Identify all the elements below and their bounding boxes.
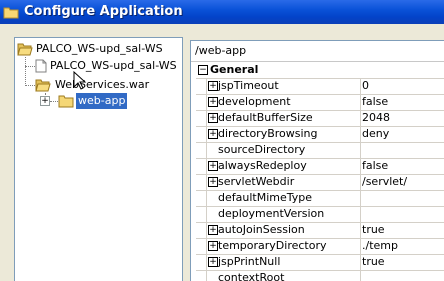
tree-connector xyxy=(25,85,35,86)
property-row[interactable]: + jspTimeout 0 xyxy=(196,78,444,95)
tree-file-label: PALCO_WS-upd_sal-WS xyxy=(50,59,177,72)
property-value[interactable]: false xyxy=(360,158,444,174)
property-name: sourceDirectory xyxy=(208,142,361,158)
property-row[interactable]: + directoryBrowsing deny xyxy=(196,126,444,143)
property-value[interactable]: 2048 xyxy=(360,110,444,126)
window-title: Configure Application xyxy=(24,4,183,19)
property-name: directoryBrowsing xyxy=(208,126,361,142)
property-name: autoJoinSession xyxy=(208,222,361,238)
property-row[interactable]: sourceDirectory xyxy=(196,142,444,159)
row-gutter xyxy=(196,78,207,94)
open-folder-icon xyxy=(35,79,51,92)
application-tree[interactable]: PALCO_WS-upd_sal-WS PALCO_WS-upd_sal-WS … xyxy=(14,37,183,281)
property-name: development xyxy=(208,94,361,110)
tree-root-label: PALCO_WS-upd_sal-WS xyxy=(36,42,163,55)
property-value[interactable] xyxy=(360,206,444,222)
row-gutter xyxy=(196,126,207,142)
property-row[interactable]: + autoJoinSession true xyxy=(196,222,444,239)
property-row[interactable]: + servletWebdir/servlet/ xyxy=(196,174,444,191)
property-row[interactable]: defaultMimeType xyxy=(196,190,444,207)
row-gutter xyxy=(196,174,207,190)
property-row[interactable]: + alwaysRedeploy false xyxy=(196,158,444,175)
property-value[interactable]: ./temp xyxy=(360,238,444,254)
row-gutter xyxy=(196,270,207,281)
property-value[interactable]: true xyxy=(360,222,444,238)
property-name: servletWebdir xyxy=(208,174,361,190)
property-row[interactable]: contextRoot xyxy=(196,270,444,281)
row-gutter xyxy=(196,94,207,110)
property-value[interactable]: deny xyxy=(360,126,444,142)
property-name: jspPrintNull xyxy=(208,254,361,270)
row-gutter xyxy=(196,190,207,206)
row-gutter xyxy=(196,222,207,238)
row-gutter xyxy=(196,238,207,254)
row-gutter xyxy=(196,158,207,174)
title-bar[interactable]: Configure Application xyxy=(0,0,444,24)
mouse-cursor-icon xyxy=(73,71,87,90)
expand-icon[interactable]: + xyxy=(40,96,50,106)
property-name: contextRoot xyxy=(208,270,361,281)
collapse-icon[interactable]: − xyxy=(198,65,208,75)
property-value[interactable] xyxy=(360,142,444,158)
property-value[interactable]: false xyxy=(360,94,444,110)
property-value[interactable]: 0 xyxy=(360,78,444,94)
property-name: jspTimeout xyxy=(208,78,361,94)
open-folder-icon xyxy=(17,43,33,56)
property-name: deploymentVersion xyxy=(208,206,361,222)
row-gutter xyxy=(196,110,207,126)
property-path: /web-app xyxy=(191,41,444,62)
property-name: defaultBufferSize xyxy=(208,110,361,126)
folder-icon xyxy=(58,95,74,108)
property-value[interactable]: true xyxy=(360,254,444,270)
tree-connector xyxy=(25,66,35,67)
property-row[interactable]: deploymentVersion xyxy=(196,206,444,223)
property-name: temporaryDirectory xyxy=(208,238,361,254)
property-value[interactable] xyxy=(360,270,444,281)
row-gutter xyxy=(196,254,207,270)
file-icon xyxy=(35,59,47,73)
category-row[interactable]: − General xyxy=(196,62,444,79)
property-row[interactable]: + development false xyxy=(196,94,444,111)
property-value[interactable]: /servlet/ xyxy=(360,174,444,190)
property-row[interactable]: + temporaryDirectory ./temp xyxy=(196,238,444,255)
tree-war-label: WebServices.war xyxy=(55,78,150,91)
row-gutter xyxy=(196,206,207,222)
tree-connector xyxy=(25,57,26,86)
row-gutter xyxy=(196,142,207,158)
app-icon xyxy=(3,7,19,19)
property-name: defaultMimeType xyxy=(208,190,361,206)
tree-web-app-label: web-app xyxy=(74,92,129,110)
property-row[interactable]: + jspPrintNull true xyxy=(196,254,444,271)
category-label: General xyxy=(210,63,259,76)
property-row[interactable]: + defaultBufferSize 2048 xyxy=(196,110,444,127)
tree-connector xyxy=(50,101,58,102)
property-panel: /web-app − General + jspTimeout 0 + developm… xyxy=(190,40,444,281)
property-name: alwaysRedeploy xyxy=(208,158,361,174)
property-value[interactable] xyxy=(360,190,444,206)
